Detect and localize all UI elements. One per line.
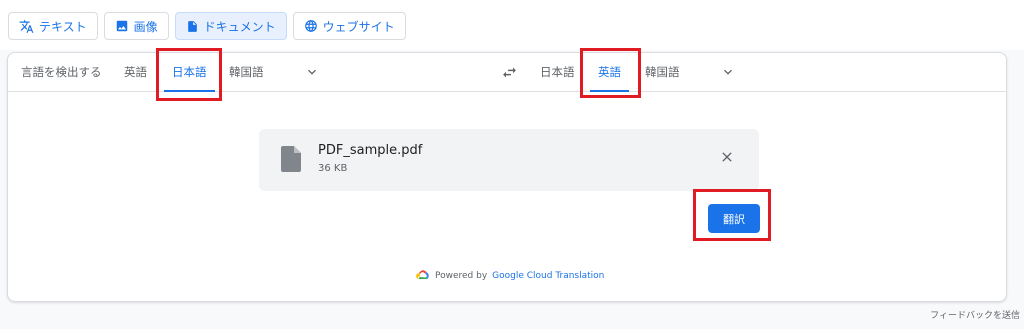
swap-languages-icon[interactable]	[501, 64, 518, 85]
mode-text-label: テキスト	[39, 19, 87, 34]
mode-image-button[interactable]: 画像	[103, 12, 169, 40]
file-name: PDF_sample.pdf	[318, 143, 423, 158]
mode-website-label: ウェブサイト	[322, 19, 395, 34]
remove-file-close-icon[interactable]	[719, 149, 735, 169]
tab-source-korean[interactable]: 韓国語	[229, 53, 264, 91]
tab-source-japanese[interactable]: 日本語	[164, 53, 214, 92]
translator-card: 言語を検出する 英語 日本語 韓国語 日本語 英語 韓国語 PDF_sample…	[7, 52, 1007, 302]
tab-target-english[interactable]: 英語	[590, 53, 629, 92]
mode-image-label: 画像	[133, 19, 158, 34]
target-more-chevron-down-icon[interactable]	[720, 64, 736, 84]
tab-target-japanese[interactable]: 日本語	[540, 53, 575, 91]
uploaded-file-box: PDF_sample.pdf 36 KB	[259, 129, 759, 191]
file-size: 36 KB	[318, 163, 348, 174]
translate-button[interactable]: 翻訳	[708, 204, 760, 233]
mode-text-button[interactable]: テキスト	[8, 12, 98, 40]
google-cloud-logo-icon	[415, 269, 430, 283]
tab-source-english[interactable]: 英語	[124, 53, 147, 91]
powered-by-note: Powered by Google Cloud Translation	[415, 269, 604, 283]
globe-icon	[304, 19, 318, 33]
tab-target-korean[interactable]: 韓国語	[645, 53, 680, 91]
powered-by-prefix: Powered by	[435, 271, 488, 281]
translate-icon	[19, 19, 34, 34]
google-cloud-translation-link[interactable]: Google Cloud Translation	[492, 271, 604, 281]
document-icon	[186, 19, 199, 34]
tab-detect-language[interactable]: 言語を検出する	[21, 53, 102, 91]
source-more-chevron-down-icon[interactable]	[304, 64, 320, 84]
mode-document-button[interactable]: ドキュメント	[174, 12, 287, 40]
mode-document-label: ドキュメント	[203, 19, 276, 34]
file-icon	[281, 146, 301, 176]
mode-toolbar: テキスト 画像 ドキュメント ウェブサイト	[8, 12, 406, 40]
image-icon	[115, 19, 129, 33]
language-bar: 言語を検出する 英語 日本語 韓国語 日本語 英語 韓国語	[8, 53, 1006, 92]
mode-website-button[interactable]: ウェブサイト	[292, 12, 406, 40]
send-feedback-link[interactable]: フィードバックを送信	[930, 308, 1020, 321]
